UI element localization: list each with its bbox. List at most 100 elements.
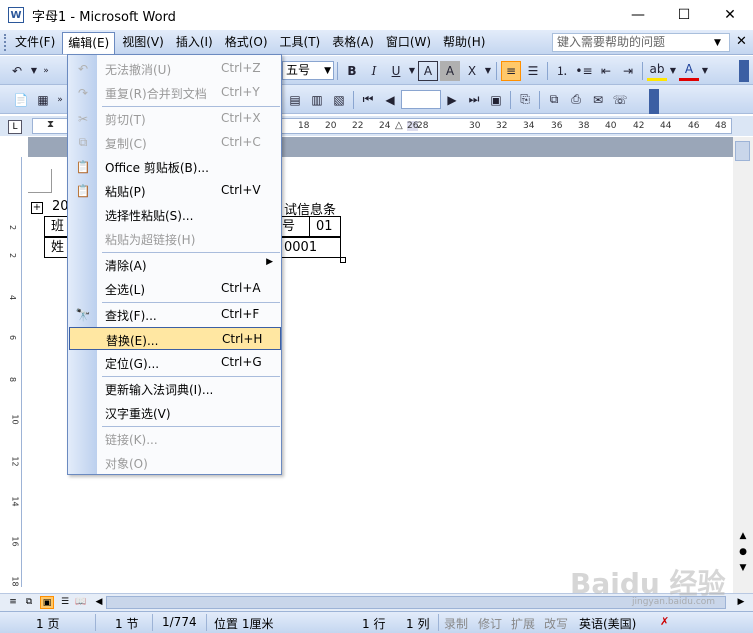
insert-merge-fields-icon[interactable]: ▧ <box>329 90 349 110</box>
undo-dropdown-icon[interactable]: ▼ <box>29 61 39 81</box>
print-layout-view-icon[interactable]: ▣ <box>40 596 54 609</box>
toolbar-options-icon[interactable] <box>739 60 749 82</box>
record-number-input[interactable] <box>401 90 441 109</box>
table-cell[interactable]: 班 <box>44 216 68 237</box>
menu-item-links[interactable]: 链接(K)... <box>69 427 281 450</box>
spelling-check-icon[interactable]: ✗ <box>660 615 669 628</box>
menu-item-hanzi-reconvert[interactable]: 汉字重选(V) <box>69 401 281 424</box>
menu-view[interactable]: 视图(V) <box>117 32 169 53</box>
minimize-button[interactable]: — <box>615 0 661 30</box>
menu-item-undo[interactable]: ↶ 无法撤消(U) Ctrl+Z <box>69 57 281 80</box>
merge-to-new-doc-icon[interactable]: ⧉ <box>544 90 564 110</box>
increase-indent-icon[interactable]: ⇥ <box>618 61 638 81</box>
status-extend[interactable]: 扩展 <box>511 615 535 632</box>
menu-item-replace[interactable]: 替换(E)... Ctrl+H <box>69 327 281 350</box>
web-view-icon[interactable]: ⧉ <box>22 596 36 609</box>
next-record-icon[interactable]: ▶ <box>442 90 462 110</box>
char-scale-button[interactable]: X <box>462 61 482 81</box>
table-resize-handle[interactable] <box>340 257 346 263</box>
tab-stop-selector[interactable]: L <box>8 120 22 134</box>
decrease-indent-icon[interactable]: ⇤ <box>596 61 616 81</box>
vertical-scroll-thumb[interactable] <box>735 141 750 161</box>
merge-to-printer-icon[interactable]: ⎙ <box>566 90 586 110</box>
main-document-setup-icon[interactable]: 📄 <box>11 90 31 110</box>
status-track-changes[interactable]: 修订 <box>478 615 502 632</box>
help-search-input[interactable]: 键入需要帮助的问题 <box>552 33 730 52</box>
font-color-dropdown-icon[interactable]: ▼ <box>701 61 709 81</box>
insert-greeting-icon[interactable]: ▥ <box>307 90 327 110</box>
undo-icon[interactable]: ↶ <box>7 61 27 81</box>
help-dropdown-icon[interactable]: ▼ <box>714 38 721 48</box>
close-document-icon[interactable]: ✕ <box>736 34 747 49</box>
insert-address-block-icon[interactable]: ▤ <box>285 90 305 110</box>
char-scale-dropdown-icon[interactable]: ▼ <box>484 61 492 81</box>
merge-to-email-icon[interactable]: ✉ <box>588 90 608 110</box>
status-language[interactable]: 英语(美国) <box>579 615 636 632</box>
menu-item-clear[interactable]: 清除(A) ▶ <box>69 253 281 276</box>
table-cell[interactable]: 01 <box>309 216 341 237</box>
italic-button[interactable]: I <box>364 61 384 81</box>
menu-window[interactable]: 窗口(W) <box>381 32 436 53</box>
char-shading-button[interactable]: A <box>440 60 460 81</box>
underline-dropdown-icon[interactable]: ▼ <box>408 61 416 81</box>
menu-item-repeat[interactable]: ↷ 重复(R)合并到文档 Ctrl+Y <box>69 81 281 104</box>
table-cell[interactable]: 0001 <box>282 237 341 258</box>
vertical-ruler[interactable]: 2 2 4 6 8 10 12 14 16 18 <box>8 157 22 587</box>
highlight-icon[interactable]: ab <box>647 61 667 81</box>
merge-to-fax-icon[interactable]: ☏ <box>610 90 630 110</box>
table-move-handle-icon[interactable]: + <box>31 202 43 214</box>
previous-record-icon[interactable]: ◀ <box>380 90 400 110</box>
menu-help[interactable]: 帮助(H) <box>438 32 490 53</box>
scroll-left-icon[interactable]: ◀ <box>92 596 106 609</box>
menu-item-find[interactable]: 🔭 查找(F)... Ctrl+F <box>69 303 281 326</box>
menu-item-select-all[interactable]: 全选(L) Ctrl+A <box>69 277 281 300</box>
last-record-icon[interactable]: ⏭ <box>464 90 484 110</box>
toolbar-overflow-icon[interactable]: » <box>55 90 65 110</box>
menu-item-cut[interactable]: ✂ 剪切(T) Ctrl+X <box>69 107 281 130</box>
status-record-macro[interactable]: 录制 <box>444 615 468 632</box>
indent-marker-icon[interactable]: △ <box>395 120 403 131</box>
menu-edit[interactable]: 编辑(E) <box>62 32 116 54</box>
menu-format[interactable]: 格式(O) <box>220 32 273 53</box>
menu-item-object[interactable]: 对象(O) <box>69 451 281 474</box>
status-overtype[interactable]: 改写 <box>544 615 568 632</box>
highlight-dropdown-icon[interactable]: ▼ <box>669 61 677 81</box>
scroll-up-icon[interactable]: ▲ <box>736 531 750 545</box>
bulleted-list-icon[interactable]: •≡ <box>574 61 594 81</box>
select-browse-object-icon[interactable]: ● <box>736 547 750 561</box>
font-size-select[interactable]: 五号 ▼ <box>282 61 334 80</box>
font-color-button[interactable]: A <box>679 61 699 81</box>
table-cell[interactable]: 号 <box>282 216 310 237</box>
align-center-icon[interactable]: ☰ <box>523 61 543 81</box>
close-button[interactable]: ✕ <box>707 0 753 30</box>
menu-item-paste-special[interactable]: 选择性粘贴(S)... <box>69 203 281 226</box>
menu-item-paste[interactable]: 📋 粘贴(P) Ctrl+V <box>69 179 281 202</box>
first-line-indent-icon[interactable]: ⧗ <box>47 119 54 130</box>
menu-item-goto[interactable]: 定位(G)... Ctrl+G <box>69 351 281 374</box>
menu-file[interactable]: 文件(F) <box>10 32 60 53</box>
normal-view-icon[interactable]: ≡ <box>6 596 20 609</box>
menu-tools[interactable]: 工具(T) <box>275 32 326 53</box>
table-cell[interactable]: 姓 <box>44 237 68 258</box>
menu-item-paste-hyperlink[interactable]: 粘贴为超链接(H) <box>69 227 281 250</box>
check-errors-icon[interactable]: ⎘ <box>515 90 535 110</box>
maximize-button[interactable]: ☐ <box>661 0 707 30</box>
outline-view-icon[interactable]: ☰ <box>58 596 72 609</box>
menu-item-copy[interactable]: ⧉ 复制(C) Ctrl+C <box>69 131 281 154</box>
scroll-down-icon[interactable]: ▼ <box>736 563 750 577</box>
menu-insert[interactable]: 插入(I) <box>171 32 218 53</box>
align-justify-icon[interactable]: ≡ <box>501 60 521 81</box>
open-data-source-icon[interactable]: ▦ <box>33 90 53 110</box>
vertical-scrollbar[interactable]: ▲ ● ▼ <box>733 137 753 593</box>
menu-item-office-clipboard[interactable]: 📋 Office 剪贴板(B)... <box>69 155 281 178</box>
toolbar-overflow-icon[interactable]: » <box>41 61 51 81</box>
find-entry-icon[interactable]: ▣ <box>486 90 506 110</box>
bold-button[interactable]: B <box>342 61 362 81</box>
reading-view-icon[interactable]: 📖 <box>74 596 88 609</box>
menu-table[interactable]: 表格(A) <box>327 32 379 53</box>
first-record-icon[interactable]: ⏮ <box>358 90 378 110</box>
scroll-right-icon[interactable]: ▶ <box>734 596 748 609</box>
numbered-list-icon[interactable]: ⒈ <box>552 61 572 81</box>
menu-item-update-ime-dictionary[interactable]: 更新输入法词典(I)... <box>69 377 281 400</box>
char-border-button[interactable]: A <box>418 60 438 81</box>
